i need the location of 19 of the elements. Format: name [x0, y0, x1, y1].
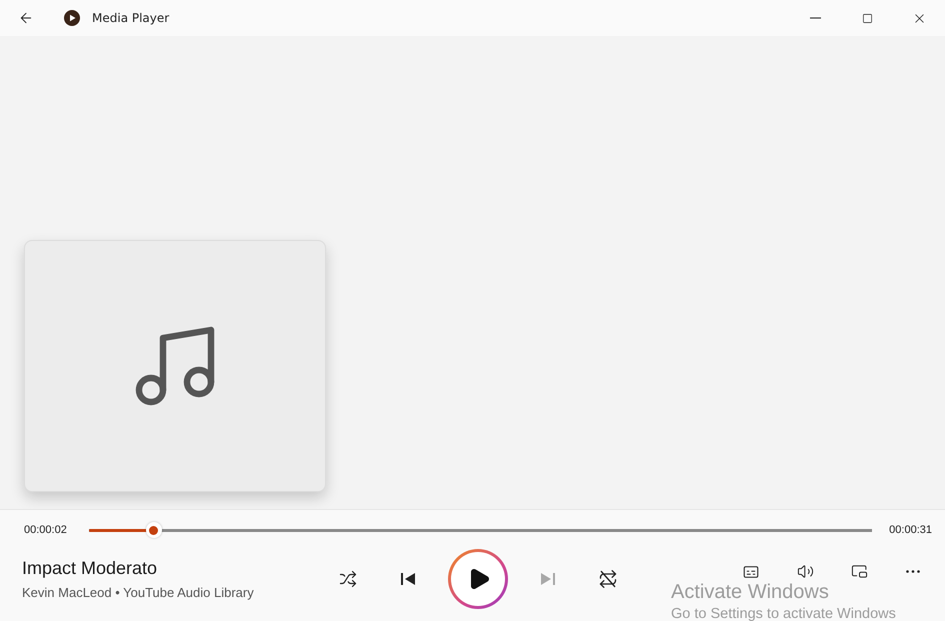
shuffle-icon [338, 570, 356, 588]
more-icon [906, 570, 920, 573]
progress-thumb[interactable] [146, 522, 162, 538]
previous-icon [400, 570, 416, 586]
repeat-icon [598, 568, 618, 588]
maximize-icon [862, 12, 872, 24]
activation-watermark-title: Activate Windows [671, 581, 830, 604]
window-title: Media Player [92, 11, 170, 25]
minimize-icon [810, 17, 820, 19]
elapsed-time: 00:00:02 [24, 524, 67, 536]
track-title: Impact Moderato [22, 558, 158, 578]
next-icon [540, 570, 556, 586]
total-time: 00:00:31 [889, 524, 932, 536]
track-artist: Kevin MacLeod • YouTube Audio Library [22, 584, 255, 600]
media-player-logo-icon [64, 10, 80, 26]
back-button[interactable] [18, 10, 34, 26]
activation-watermark-text: Go to Settings to activate Windows [671, 606, 896, 621]
mini-player-icon [850, 563, 868, 580]
volume-icon [796, 563, 814, 580]
